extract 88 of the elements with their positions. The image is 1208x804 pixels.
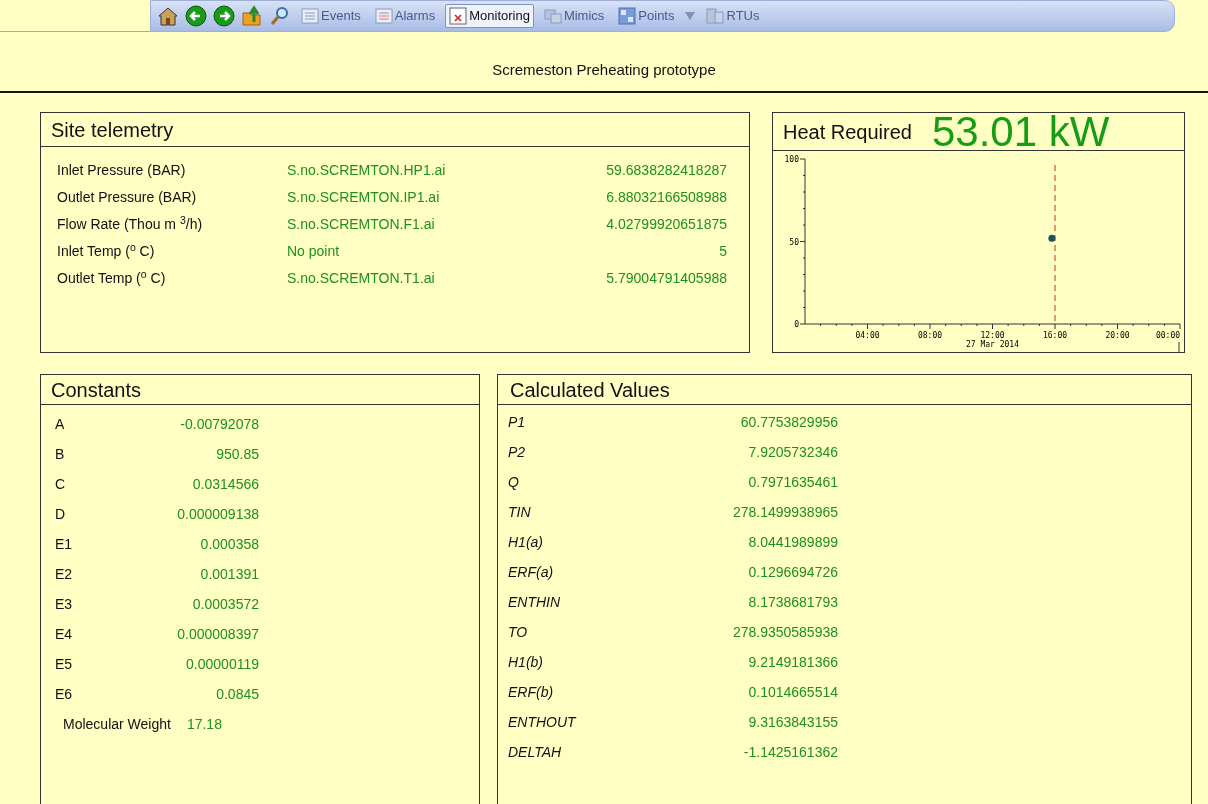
window-error-icon bbox=[449, 7, 468, 25]
calculated-label: ERF(b) bbox=[508, 682, 555, 702]
x-axis-label: 27 Mar 2014 bbox=[966, 340, 1019, 349]
constant-label: C bbox=[55, 474, 67, 494]
point-name: S.no.SCREMTON.IP1.ai bbox=[287, 188, 441, 207]
calculated-value: 278.1499938965 bbox=[731, 502, 838, 522]
panel-title: Constants bbox=[51, 377, 142, 403]
calculated-label: TIN bbox=[508, 502, 532, 522]
data-point bbox=[1048, 234, 1056, 242]
constant-value: 0.00000119 bbox=[185, 654, 259, 674]
calculated-label: H1(a) bbox=[508, 532, 544, 552]
x-tick-label: 16:00 bbox=[1042, 331, 1068, 340]
device-icon bbox=[706, 7, 725, 25]
constant-label: E1 bbox=[55, 534, 74, 554]
calculated-value: -1.1425161362 bbox=[742, 742, 838, 762]
constant-label: E2 bbox=[55, 564, 74, 584]
constant-label: E5 bbox=[55, 654, 74, 674]
constant-label: E4 bbox=[55, 624, 74, 644]
calculated-label: Q bbox=[508, 472, 520, 492]
calculated-label: ERF(a) bbox=[508, 562, 555, 582]
telemetry-value: 4.02799920651875 bbox=[605, 215, 727, 234]
calculated-label: TO bbox=[508, 622, 529, 642]
toolbar-button[interactable]: Monitoring bbox=[445, 4, 534, 28]
constant-value: 0.000358 bbox=[199, 534, 259, 554]
telemetry-value: 5 bbox=[718, 242, 727, 261]
constant-value: -0.00792078 bbox=[179, 414, 259, 434]
constant-value: 17.18 bbox=[186, 714, 222, 734]
grid-icon bbox=[618, 7, 637, 25]
page-title: Scremeston Preheating prototype bbox=[492, 59, 716, 80]
constant-label: Molecular Weight bbox=[62, 714, 172, 734]
constant-label: B bbox=[55, 444, 66, 464]
telemetry-label: Flow Rate (Thou m $^{3}$/h) bbox=[57, 214, 204, 234]
point-name: S.no.SCREMTON.F1.ai bbox=[287, 215, 436, 234]
list-icon bbox=[301, 7, 319, 25]
calculated-value: 8.0441989899 bbox=[747, 532, 838, 552]
calculated-label: P1 bbox=[508, 412, 527, 432]
telemetry-value: 5.79004791405988 bbox=[605, 269, 727, 288]
calculated-value: 0.7971635461 bbox=[747, 472, 838, 492]
calculated-value: 60.7753829956 bbox=[739, 412, 838, 432]
calculated-label: DELTAH bbox=[508, 742, 563, 762]
point-name: No point bbox=[287, 242, 341, 261]
calculated-value: 9.2149181366 bbox=[747, 652, 838, 672]
calculated-value: 278.9350585938 bbox=[731, 622, 838, 642]
y-tick-label: 100 bbox=[784, 155, 799, 164]
folder-up-icon[interactable] bbox=[241, 5, 263, 27]
heat-value: 53.01 kW bbox=[931, 110, 1110, 153]
calculated-value: 0.1296694726 bbox=[747, 562, 838, 582]
constant-value: 0.000009138 bbox=[176, 504, 259, 524]
constant-value: 0.0003572 bbox=[191, 594, 259, 614]
constant-label: A bbox=[55, 414, 66, 434]
telemetry-value: 6.88032166508988 bbox=[605, 188, 727, 207]
constant-value: 950.85 bbox=[215, 444, 259, 464]
constant-value: 0.0314566 bbox=[191, 474, 259, 494]
calculated-label: H1(b) bbox=[508, 652, 544, 672]
calculated-value: 9.3163843155 bbox=[747, 712, 838, 732]
calculated-label: ENTHOUT bbox=[508, 712, 578, 732]
panel-title: Heat Required bbox=[783, 119, 912, 145]
y-tick-label: 50 bbox=[789, 237, 799, 247]
telemetry-label: Outlet Temp ($^{o}$ C) bbox=[57, 268, 167, 288]
constant-value: 0.000008397 bbox=[176, 624, 259, 644]
home-icon[interactable] bbox=[157, 5, 179, 27]
telemetry-value: 59.6838282418287 bbox=[605, 161, 727, 180]
x-tick-label: 20:00 bbox=[1105, 331, 1130, 340]
constant-label: E3 bbox=[55, 594, 74, 614]
windows-icon bbox=[543, 7, 562, 25]
point-name: S.no.SCREMTON.T1.ai bbox=[287, 269, 436, 288]
constant-value: 0.001391 bbox=[199, 564, 259, 584]
search-icon[interactable] bbox=[269, 5, 291, 27]
panel-title: Site telemetry bbox=[51, 117, 174, 143]
constant-label: D bbox=[55, 504, 67, 524]
x-tick-label: 04:00 bbox=[855, 331, 880, 340]
calculated-value: 7.9205732346 bbox=[747, 442, 838, 462]
telemetry-label: Outlet Pressure (BAR) bbox=[57, 188, 198, 207]
calculated-label: P2 bbox=[508, 442, 527, 462]
calculated-value: 0.1014665514 bbox=[747, 682, 838, 702]
point-name: S.no.SCREMTON.HP1.ai bbox=[287, 161, 447, 180]
constant-value: 0.0845 bbox=[215, 684, 259, 704]
telemetry-label: Inlet Pressure (BAR) bbox=[57, 161, 187, 180]
constant-label: E6 bbox=[55, 684, 74, 704]
x-tick-label: 00:00 bbox=[1155, 331, 1181, 340]
telemetry-label: Inlet Temp ($^{o}$ C) bbox=[57, 241, 156, 261]
panel-title: Calculated Values bbox=[510, 377, 670, 403]
x-tick-label: 08:00 bbox=[917, 331, 943, 340]
y-tick-label: 0 bbox=[794, 320, 799, 329]
calculated-label: ENTHIN bbox=[508, 592, 562, 612]
x-tick-label: 12:00 bbox=[980, 331, 1005, 340]
list-icon bbox=[374, 7, 393, 25]
calculated-value: 8.1738681793 bbox=[747, 592, 838, 612]
